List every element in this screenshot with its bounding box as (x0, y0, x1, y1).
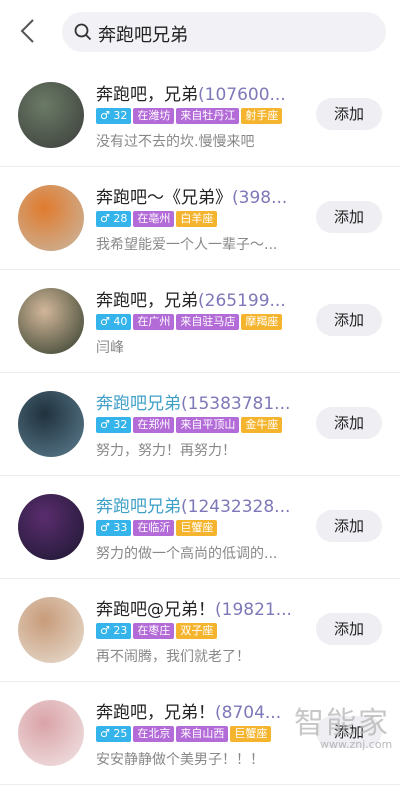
avatar[interactable] (18, 700, 84, 766)
contact-number: (8704... (215, 703, 282, 723)
contact-number: (265199... (198, 291, 286, 311)
signature-text: 努力的做一个高尚的低调的... (96, 546, 278, 562)
contact-nickname: 奔跑吧，兄弟 (96, 291, 198, 311)
search-icon (74, 23, 92, 41)
search-query[interactable]: 奔跑吧兄弟 (98, 21, 188, 47)
location-badge: 在临沂 (133, 520, 175, 536)
contact-name: 奔跑吧兄弟(15383781... (96, 389, 306, 414)
tag-group: ♂ 32 在潍坊 来自牡丹江 射手座 (96, 108, 284, 124)
location-badge: 在亳州 (133, 211, 175, 227)
list-item[interactable]: 奔跑吧兄弟(12432328... ♂ 33 在临沂 巨蟹座努力的做一个高尚的低调的.… (0, 476, 400, 579)
avatar[interactable] (18, 494, 84, 560)
gender-age-badge: ♂ 23 (96, 623, 132, 639)
tag-group: ♂ 40 在广州 来自驻马店 摩羯座 (96, 314, 284, 330)
add-friend-button[interactable]: 添加 (316, 510, 382, 542)
list-item[interactable]: 奔跑吧，兄弟(107600... ♂ 32 在潍坊 来自牡丹江 射手座 没有过不去的坎.慢… (0, 64, 400, 167)
list-item[interactable]: 奔跑吧@兄弟！(19821... ♂ 23 在枣庄 双子座再不闹腾，我们就老了！ 添加 (0, 579, 400, 682)
add-friend-button[interactable]: 添加 (316, 716, 382, 748)
signature-text: 努力，努力！再努力！ (96, 443, 236, 459)
location-badge: 在广州 (133, 314, 175, 330)
contact-nickname: 奔跑吧兄弟 (96, 497, 181, 517)
contact-nickname: 奔跑吧@兄弟！ (96, 600, 215, 620)
gender-age-badge: ♂ 33 (96, 520, 132, 536)
contact-name: 奔跑吧兄弟(12432328... (96, 492, 306, 517)
add-friend-button[interactable]: 添加 (316, 407, 382, 439)
tag-group: ♂ 28 在亳州 白羊座 (96, 211, 219, 227)
list-item[interactable]: 奔跑吧～《兄弟》(398... ♂ 28 在亳州 白羊座我希望能爱一个人一辈子～...… (0, 167, 400, 270)
contact-nickname: 奔跑吧兄弟 (96, 394, 181, 414)
zodiac-badge: 摩羯座 (241, 314, 283, 330)
contact-name: 奔跑吧～《兄弟》(398... (96, 183, 306, 208)
search-input[interactable]: 奔跑吧兄弟 (62, 12, 386, 52)
add-friend-button[interactable]: 添加 (316, 613, 382, 645)
avatar[interactable] (18, 82, 84, 148)
list-item[interactable]: 奔跑吧，兄弟！(8704... ♂ 25 在北京 来自山西 巨蟹座 安安静静做个美男子！！… (0, 682, 400, 785)
tag-group: ♂ 33 在临沂 巨蟹座 (96, 520, 219, 536)
zodiac-badge: 巨蟹座 (176, 520, 218, 536)
signature-text: 再不闹腾，我们就老了！ (96, 649, 250, 665)
gender-age-badge: ♂ 28 (96, 211, 132, 227)
avatar[interactable] (18, 391, 84, 457)
contact-number: (15383781... (181, 394, 291, 414)
zodiac-badge: 射手座 (241, 108, 283, 124)
tag-group: ♂ 32 在郑州 来自平顶山 金牛座 (96, 417, 284, 433)
avatar[interactable] (18, 185, 84, 251)
top-bar: 奔跑吧兄弟 (0, 0, 400, 64)
contact-nickname: 奔跑吧，兄弟 (96, 85, 198, 105)
add-friend-button[interactable]: 添加 (316, 304, 382, 336)
contact-name: 奔跑吧，兄弟(107600... (96, 80, 306, 105)
list-item[interactable]: 奔跑吧兄弟(15383781... ♂ 32 在郑州 来自平顶山 金牛座 努力，努力！再努… (0, 373, 400, 476)
contact-name: 奔跑吧，兄弟！(8704... (96, 698, 306, 723)
tag-group: ♂ 23 在枣庄 双子座 (96, 623, 219, 639)
hometown-badge: 来自山西 (176, 726, 229, 742)
add-friend-button[interactable]: 添加 (316, 201, 382, 233)
hometown-badge: 来自驻马店 (176, 314, 240, 330)
result-list: 奔跑吧，兄弟(107600... ♂ 32 在潍坊 来自牡丹江 射手座 没有过不去的坎.慢… (0, 64, 400, 785)
location-badge: 在北京 (133, 726, 175, 742)
contact-number: (398... (232, 188, 288, 208)
avatar[interactable] (18, 597, 84, 663)
contact-name: 奔跑吧，兄弟(265199... (96, 286, 306, 311)
location-badge: 在枣庄 (133, 623, 175, 639)
zodiac-badge: 金牛座 (241, 417, 283, 433)
signature-text: 安安静静做个美男子！！！ (96, 752, 264, 768)
contact-name: 奔跑吧@兄弟！(19821... (96, 595, 306, 620)
signature-text: 我希望能爱一个人一辈子～... (96, 237, 278, 253)
location-badge: 在郑州 (133, 417, 175, 433)
gender-age-badge: ♂ 25 (96, 726, 132, 742)
contact-number: (107600... (198, 85, 286, 105)
avatar[interactable] (18, 288, 84, 354)
gender-age-badge: ♂ 32 (96, 108, 132, 124)
contact-nickname: 奔跑吧，兄弟！ (96, 703, 215, 723)
contact-number: (12432328... (181, 497, 291, 517)
signature-text: 没有过不去的坎.慢慢来吧 (96, 134, 255, 150)
zodiac-badge: 巨蟹座 (230, 726, 272, 742)
zodiac-badge: 白羊座 (176, 211, 218, 227)
zodiac-badge: 双子座 (176, 623, 218, 639)
hometown-badge: 来自平顶山 (176, 417, 240, 433)
contact-nickname: 奔跑吧～《兄弟》 (96, 188, 232, 208)
signature-text: 闫峰 (96, 340, 124, 356)
contact-number: (19821... (215, 600, 292, 620)
gender-age-badge: ♂ 32 (96, 417, 132, 433)
tag-group: ♂ 25 在北京 来自山西 巨蟹座 (96, 726, 273, 742)
gender-age-badge: ♂ 40 (96, 314, 132, 330)
hometown-badge: 来自牡丹江 (176, 108, 240, 124)
list-item[interactable]: 奔跑吧，兄弟(265199... ♂ 40 在广州 来自驻马店 摩羯座 闫峰 添加 (0, 270, 400, 373)
add-friend-button[interactable]: 添加 (316, 98, 382, 130)
chevron-left-icon[interactable] (14, 16, 44, 46)
location-badge: 在潍坊 (133, 108, 175, 124)
